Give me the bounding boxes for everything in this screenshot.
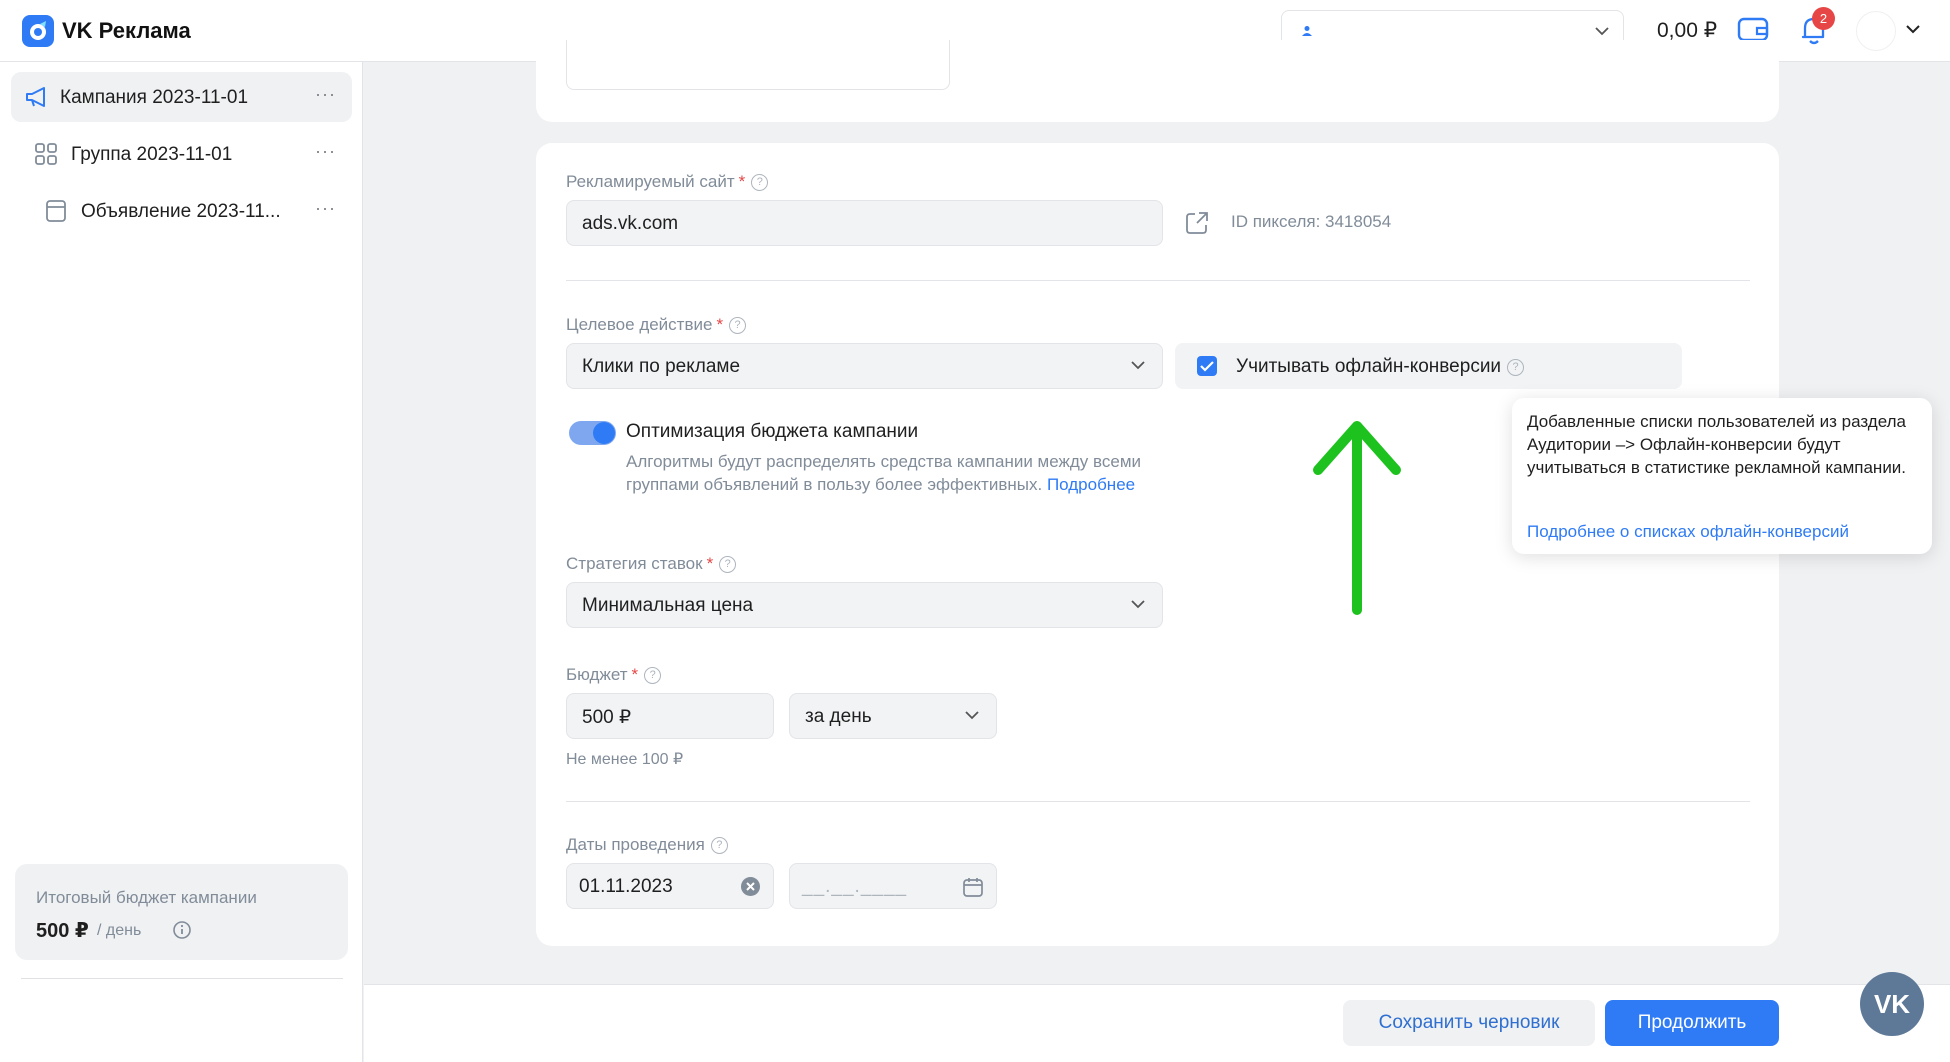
sidebar-item-campaign[interactable]: Кампания 2023-11-01 ···: [11, 72, 352, 122]
calendar-icon[interactable]: [962, 876, 984, 898]
avatar[interactable]: [1856, 11, 1896, 51]
site-input[interactable]: ads.vk.com: [566, 200, 1163, 246]
campaign-budget-summary: Итоговый бюджет кампании 500 ₽ / день: [15, 864, 348, 960]
ad-card-icon: [46, 200, 66, 222]
info-icon[interactable]: [172, 920, 192, 940]
offline-conversions-tooltip: Добавленные списки пользователей из разд…: [1512, 398, 1932, 554]
target-action-select[interactable]: Клики по рекламе: [566, 343, 1163, 389]
sidebar-item-label: Объявление 2023-11...: [81, 201, 281, 222]
sidebar-item-group[interactable]: Группа 2023-11-01 ···: [11, 129, 352, 179]
budget-optimization-description: Алгоритмы будут распределять средства ка…: [626, 452, 1142, 494]
continue-button[interactable]: Продолжить: [1605, 1000, 1779, 1046]
tooltip-text: Добавленные списки пользователей из разд…: [1527, 412, 1907, 477]
person-icon: [1302, 26, 1312, 36]
sidebar-item-label: Кампания 2023-11-01: [60, 87, 249, 108]
budget-optimization-toggle[interactable]: [569, 421, 616, 445]
chevron-down-icon: [1131, 600, 1145, 609]
chevron-down-icon: [1131, 361, 1145, 370]
sidebar-divider: [21, 978, 343, 979]
notification-badge: 2: [1812, 7, 1835, 30]
grid-icon: [35, 143, 57, 165]
budget-period-select[interactable]: за день: [789, 693, 997, 739]
wallet-icon[interactable]: [1737, 15, 1769, 43]
dates-label: Даты проведения?: [566, 835, 728, 855]
more-icon[interactable]: ···: [315, 198, 336, 219]
more-icon[interactable]: ···: [315, 141, 336, 162]
annotation-arrow-up-icon: [1313, 421, 1401, 615]
target-action-label: Целевое действие *?: [566, 315, 747, 335]
section-divider: [566, 280, 1750, 281]
megaphone-icon: [26, 87, 45, 107]
end-date-input[interactable]: __.__.____: [789, 863, 997, 909]
chevron-down-icon[interactable]: [1906, 24, 1920, 34]
help-icon[interactable]: ?: [719, 556, 737, 573]
clear-icon[interactable]: [740, 876, 761, 897]
check-icon: [1200, 361, 1214, 372]
bid-strategy-select[interactable]: Минимальная цена: [566, 582, 1163, 628]
start-date-input[interactable]: 01.11.2023: [566, 863, 774, 909]
bid-strategy-label: Стратегия ставок *?: [566, 554, 737, 574]
site-label: Рекламируемый сайт *?: [566, 172, 769, 192]
budget-summary-value: 500 ₽: [36, 920, 89, 942]
chevron-down-icon: [1595, 27, 1609, 36]
budget-hint: Не менее 100 ₽: [566, 751, 684, 768]
budget-summary-label: Итоговый бюджет кампании: [36, 888, 257, 907]
sidebar-item-ad[interactable]: Объявление 2023-11... ···: [11, 186, 352, 236]
brand-name: VK Реклама: [62, 18, 191, 43]
learn-more-link[interactable]: Подробнее: [1047, 475, 1135, 494]
help-icon[interactable]: ?: [1507, 359, 1525, 376]
help-icon[interactable]: ?: [751, 174, 769, 191]
budget-label: Бюджет *?: [566, 665, 662, 685]
vk-help-button[interactable]: VK: [1860, 972, 1924, 1036]
offline-conversions-option[interactable]: Учитывать офлайн-конверсии?: [1175, 343, 1682, 389]
budget-summary-unit: / день: [97, 922, 142, 939]
section-divider: [566, 801, 1750, 802]
pixel-id: ID пикселя: 3418054: [1231, 212, 1392, 231]
sidebar-item-label: Группа 2023-11-01: [71, 144, 233, 165]
help-icon[interactable]: ?: [644, 667, 662, 684]
budget-optimization-title: Оптимизация бюджета кампании: [626, 421, 919, 442]
help-icon[interactable]: ?: [729, 317, 747, 334]
more-icon[interactable]: ···: [315, 84, 336, 105]
previous-field[interactable]: [566, 40, 950, 90]
chevron-down-icon: [965, 711, 979, 720]
help-icon[interactable]: ?: [710, 837, 728, 854]
vk-ads-logo-icon[interactable]: [22, 15, 54, 47]
offline-conversions-label: Учитывать офлайн-конверсии?: [1236, 356, 1525, 378]
save-draft-button[interactable]: Сохранить черновик: [1343, 1000, 1595, 1046]
tooltip-link[interactable]: Подробнее о списках офлайн-конверсий: [1527, 522, 1849, 542]
offline-conversions-checkbox[interactable]: [1197, 356, 1217, 376]
budget-input[interactable]: 500 ₽: [566, 693, 774, 739]
external-link-icon[interactable]: [1185, 211, 1209, 235]
